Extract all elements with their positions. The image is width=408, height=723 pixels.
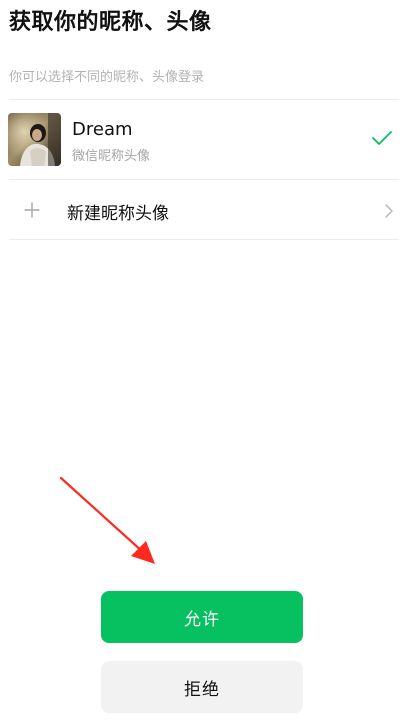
divider	[9, 239, 399, 240]
avatar	[8, 113, 61, 166]
deny-button[interactable]: 拒绝	[101, 661, 303, 713]
new-profile-button[interactable]: 新建昵称头像	[0, 181, 408, 239]
user-photo-avatar-icon	[8, 113, 61, 166]
allow-button[interactable]: 允许	[101, 591, 303, 643]
plus-icon	[24, 202, 40, 218]
divider	[9, 99, 399, 100]
checkmark-icon	[372, 131, 392, 145]
page-subtitle: 你可以选择不同的昵称、头像登录	[9, 70, 205, 85]
chevron-right-icon	[385, 204, 393, 218]
profile-description: 微信昵称头像	[72, 149, 151, 164]
new-profile-label: 新建昵称头像	[67, 204, 169, 224]
page-title: 获取你的昵称、头像	[9, 10, 212, 35]
divider	[9, 179, 399, 180]
profile-option-wechat[interactable]: Dream 微信昵称头像	[0, 101, 408, 179]
profile-name: Dream	[72, 119, 133, 140]
